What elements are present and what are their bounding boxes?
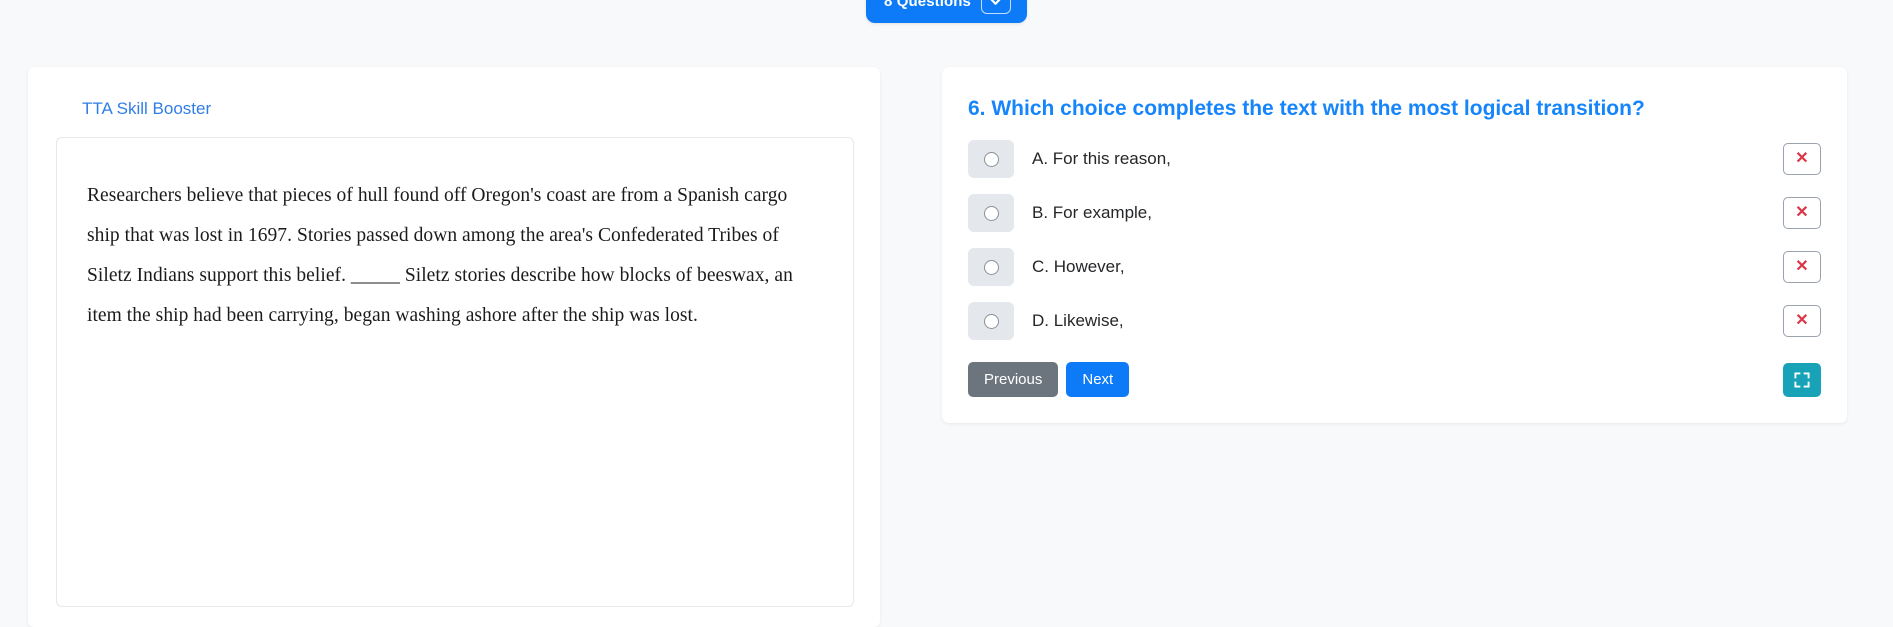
questions-count-label: 8 Questions [884, 0, 971, 10]
top-bar: 8 Questions [0, 0, 1893, 56]
radio-dot-icon [983, 259, 999, 275]
choice-row-a: A. For this reason, ✕ [968, 140, 1821, 179]
choice-row-b: B. For example, ✕ [968, 194, 1821, 233]
radio-button-d[interactable] [968, 302, 1014, 341]
previous-button[interactable]: Previous [968, 362, 1059, 398]
next-button[interactable]: Next [1066, 362, 1130, 398]
eliminate-button-b[interactable]: ✕ [1783, 197, 1821, 230]
choice-row-c: C. However, ✕ [968, 248, 1821, 287]
radio-button-c[interactable] [968, 248, 1014, 287]
radio-button-a[interactable] [968, 140, 1014, 179]
radio-button-b[interactable] [968, 194, 1014, 233]
fullscreen-icon [1794, 372, 1810, 388]
passage-text: Researchers believe that pieces of hull … [87, 185, 793, 326]
question-footer: Previous Next [968, 362, 1821, 398]
choice-label-d[interactable]: D. Likewise, [1032, 311, 1769, 331]
radio-dot-icon [983, 205, 999, 221]
brand-link-tta-skill-booster[interactable]: TTA Skill Booster [82, 99, 211, 119]
radio-dot-icon [983, 313, 999, 329]
eliminate-button-a[interactable]: ✕ [1783, 143, 1821, 176]
question-title: 6. Which choice completes the text with … [968, 97, 1645, 120]
question-column: 6. Which choice completes the text with … [942, 67, 1865, 424]
questions-count-button[interactable]: 8 Questions [866, 0, 1027, 23]
chevron-down-icon[interactable] [980, 0, 1011, 14]
main-content: TTA Skill Booster Researchers believe th… [0, 55, 1893, 627]
eliminate-button-c[interactable]: ✕ [1783, 251, 1821, 284]
passage-panel: TTA Skill Booster Researchers believe th… [28, 67, 880, 627]
eliminate-button-d[interactable]: ✕ [1783, 305, 1821, 338]
passage-text-container: Researchers believe that pieces of hull … [56, 137, 854, 607]
fullscreen-button[interactable] [1783, 362, 1821, 397]
choice-label-c[interactable]: C. However, [1032, 257, 1769, 277]
choice-label-b[interactable]: B. For example, [1032, 203, 1769, 223]
choice-row-d: D. Likewise, ✕ [968, 302, 1821, 341]
radio-dot-icon [983, 151, 999, 167]
choice-label-a[interactable]: A. For this reason, [1032, 149, 1769, 169]
question-panel: 6. Which choice completes the text with … [942, 67, 1847, 424]
